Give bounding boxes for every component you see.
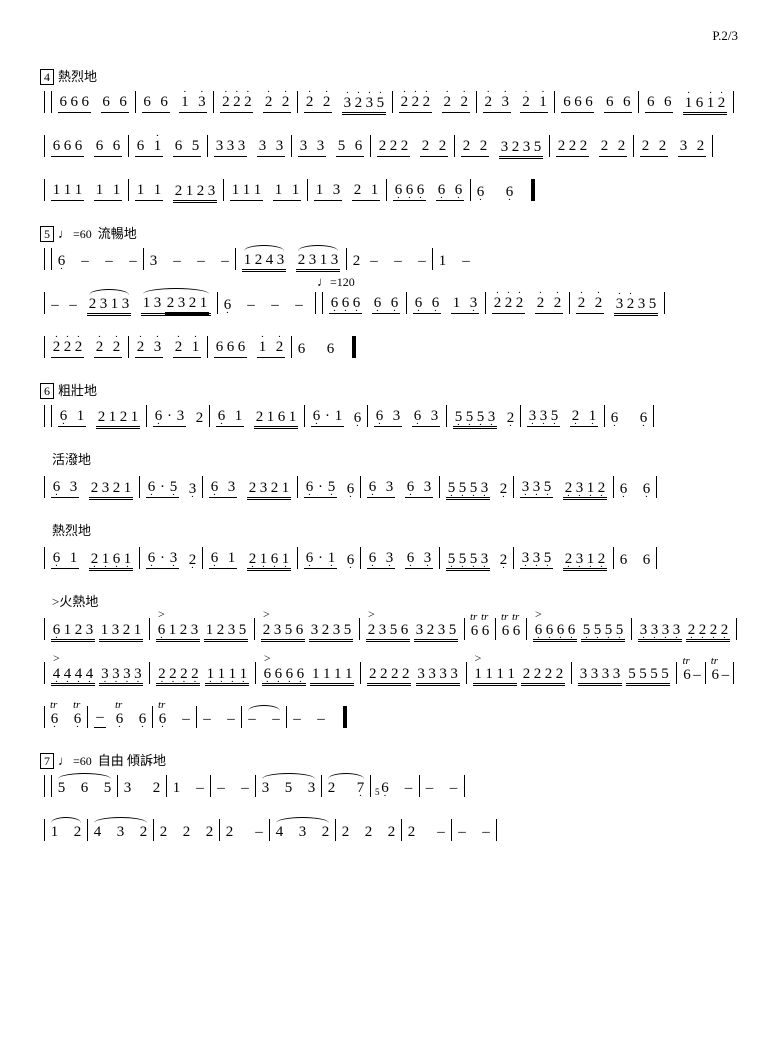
music-row: 565 32 1– –– 353 27 56– ––: [40, 775, 738, 797]
expr-fiery: >火熱地: [52, 591, 738, 610]
music-row: 61231321 61231235 23563235 23563235 66 6…: [40, 618, 738, 640]
tempo-note-icon: [58, 753, 71, 769]
music-row: 12 432 222 2– 432 222 2– ––: [40, 819, 738, 841]
music-row: 6––– 3––– 12432313 2––– 1–: [40, 248, 738, 270]
section-7-box: 7: [40, 753, 54, 769]
section-7-expression: 自由 傾訴地: [98, 750, 166, 769]
music-row: 66666 6613 22222 223235 22222 2321 66666…: [40, 91, 738, 113]
music-row: 612121 6·32 612161 6·16 6363 55532 33521…: [40, 405, 738, 427]
section-6-header: 6 粗壯地: [40, 380, 738, 399]
music-row: 44443333 22221111 66661111 22223333 1111…: [40, 662, 738, 684]
grace-note: 5: [375, 787, 380, 797]
section-6-expression: 粗壯地: [58, 380, 97, 399]
music-row: 66666 6165 33333 3356 22222 223235 22222…: [40, 135, 738, 157]
tempo-note-icon: [58, 226, 71, 242]
section-4-expression: 熱烈地: [58, 66, 97, 85]
music-row: 66 –66 6– –– –– ––: [40, 706, 738, 728]
section-5-tempo: =60: [73, 227, 92, 242]
section-7-tempo: =60: [73, 754, 92, 769]
section-6-box: 6: [40, 383, 54, 399]
section-4-header: 4 熱烈地: [40, 66, 738, 85]
music-row: 22222 2321 66612 66: [40, 336, 738, 358]
expr-lively: 活潑地: [52, 449, 738, 468]
section-7-header: 7 =60 自由 傾訴地: [40, 750, 738, 769]
section-4-box: 4: [40, 69, 54, 85]
tempo-change: =120: [317, 274, 355, 290]
section-5-expression: 流暢地: [98, 223, 137, 242]
expr-ardent: 熱烈地: [52, 520, 738, 539]
page-number: P.2/3: [40, 28, 738, 44]
music-row: 612161 6·32 612161 6·16 6363 55532 33523…: [40, 547, 738, 569]
music-row: –– 2313132321 6––– =120 66666 6613 22222…: [40, 292, 738, 314]
music-row: 632321 6·53 632321 6·56 6363 55532 33523…: [40, 476, 738, 498]
music-row: 11111 112123 11111 1321 66666 66: [40, 179, 738, 201]
section-5-header: 5 =60 流暢地: [40, 223, 738, 242]
section-5-box: 5: [40, 226, 54, 242]
